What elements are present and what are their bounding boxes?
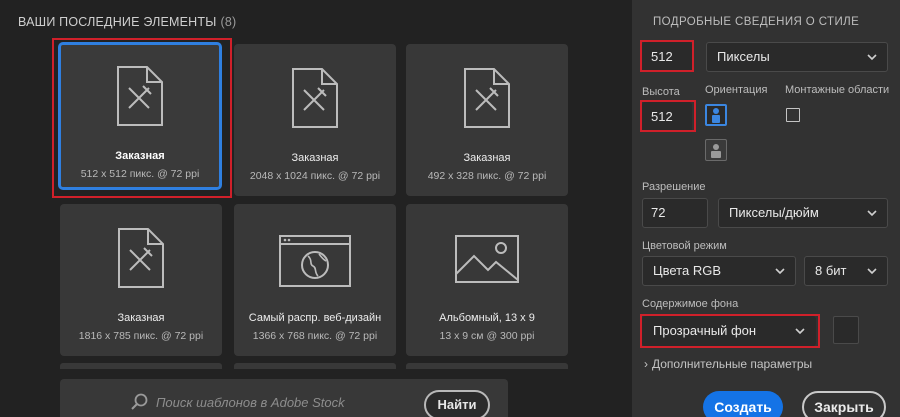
resolution-field[interactable]: 72 <box>642 198 708 228</box>
orientation-landscape[interactable] <box>705 139 727 161</box>
portrait-person-icon <box>712 108 720 123</box>
recent-card-name: Альбомный, 13 x 9 <box>439 312 535 324</box>
background-label: Содержимое фона <box>642 298 739 310</box>
bit-depth-value: 8 бит <box>815 263 847 278</box>
recent-card-name: Заказная <box>463 152 511 164</box>
search-icon <box>131 393 148 410</box>
close-button[interactable]: Закрыть <box>802 391 886 417</box>
height-label: Высота <box>642 86 680 98</box>
chevron-down-icon <box>867 210 877 217</box>
recent-card-5[interactable]: Самый распр. веб-дизайн 1366 x 768 пикс.… <box>234 204 396 356</box>
landscape-image-icon <box>455 235 519 283</box>
recent-card-3[interactable]: Заказная 492 x 328 пикс. @ 72 ppi <box>406 44 568 196</box>
recent-card-name: Заказная <box>117 312 165 324</box>
orientation-portrait[interactable] <box>705 104 727 126</box>
recent-card-meta: 1816 x 785 пикс. @ 72 ppi <box>78 330 204 342</box>
background-value: Прозрачный фон <box>653 323 757 338</box>
details-title: ПОДРОБНЫЕ СВЕДЕНИЯ О СТИЛЕ <box>653 16 860 28</box>
color-mode-label: Цветовой режим <box>642 240 727 252</box>
chevron-down-icon <box>867 54 877 61</box>
recent-items-panel: ВАШИ ПОСЛЕДНИЕ ЭЛЕМЕНТЫ (8) Заказная 512 … <box>0 0 632 417</box>
artboards-label: Монтажные области <box>785 84 890 96</box>
document-pencil-icon <box>464 68 510 128</box>
recent-card-meta: 492 x 328 пикс. @ 72 ppi <box>427 170 547 182</box>
recent-items-title: ВАШИ ПОСЛЕДНИЕ ЭЛЕМЕНТЫ (8) <box>18 15 236 29</box>
recent-card-meta: 1366 x 768 пикс. @ 72 ppi <box>252 330 378 342</box>
recent-card-partial <box>60 363 222 369</box>
advanced-options-label: Дополнительные параметры <box>652 357 813 371</box>
color-mode-select[interactable]: Цвета RGB <box>642 256 796 286</box>
recent-items-heading: ВАШИ ПОСЛЕДНИЕ ЭЛЕМЕНТЫ <box>18 15 217 29</box>
document-pencil-icon <box>118 228 164 288</box>
chevron-down-icon <box>775 268 785 275</box>
recent-card-name: Заказная <box>115 150 165 162</box>
recent-card-name: Заказная <box>291 152 339 164</box>
recent-card-4[interactable]: Заказная 1816 x 785 пикс. @ 72 ppi <box>60 204 222 356</box>
landscape-person-icon <box>711 144 721 158</box>
advanced-options-toggle[interactable]: › Дополнительные параметры <box>644 357 812 371</box>
document-pencil-icon <box>117 66 163 126</box>
height-field[interactable]: 512 <box>642 102 692 132</box>
background-select[interactable]: Прозрачный фон <box>642 316 816 346</box>
recent-card-meta: 13 x 9 см @ 300 ppi <box>439 330 535 342</box>
artboards-checkbox[interactable] <box>786 108 800 122</box>
width-unit-select[interactable]: Пикселы <box>706 42 888 72</box>
resolution-label: Разрешение <box>642 181 706 193</box>
chevron-right-icon: › <box>644 357 648 371</box>
recent-card-1[interactable]: Заказная 512 x 512 пикс. @ 72 ppi <box>58 42 222 190</box>
orientation-label: Ориентация <box>705 84 768 96</box>
background-color-swatch[interactable] <box>833 316 859 344</box>
find-button[interactable]: Найти <box>424 390 490 417</box>
document-pencil-icon <box>292 68 338 128</box>
chevron-down-icon <box>867 268 877 275</box>
resolution-unit-value: Пикселы/дюйм <box>729 205 819 220</box>
recent-card-partial <box>234 363 396 369</box>
color-mode-value: Цвета RGB <box>653 263 721 278</box>
width-field[interactable]: 512 <box>642 42 692 72</box>
style-details-panel: ПОДРОБНЫЕ СВЕДЕНИЯ О СТИЛЕ 512 Пикселы В… <box>632 0 900 417</box>
bit-depth-select[interactable]: 8 бит <box>804 256 888 286</box>
width-unit-value: Пикселы <box>717 49 770 64</box>
recent-card-2[interactable]: Заказная 2048 x 1024 пикс. @ 72 ppi <box>234 44 396 196</box>
web-globe-icon <box>279 235 351 287</box>
recent-items-count: (8) <box>220 15 237 29</box>
chevron-down-icon <box>795 328 805 335</box>
create-button[interactable]: Создать <box>703 391 783 417</box>
recent-card-meta: 512 x 512 пикс. @ 72 ppi <box>80 168 200 180</box>
recent-card-name: Самый распр. веб-дизайн <box>248 312 382 324</box>
resolution-unit-select[interactable]: Пикселы/дюйм <box>718 198 888 228</box>
search-placeholder: Поиск шаблонов в Adobe Stock <box>156 395 345 410</box>
recent-card-partial <box>406 363 568 369</box>
recent-card-meta: 2048 x 1024 пикс. @ 72 ppi <box>249 170 381 182</box>
recent-card-6[interactable]: Альбомный, 13 x 9 13 x 9 см @ 300 ppi <box>406 204 568 356</box>
